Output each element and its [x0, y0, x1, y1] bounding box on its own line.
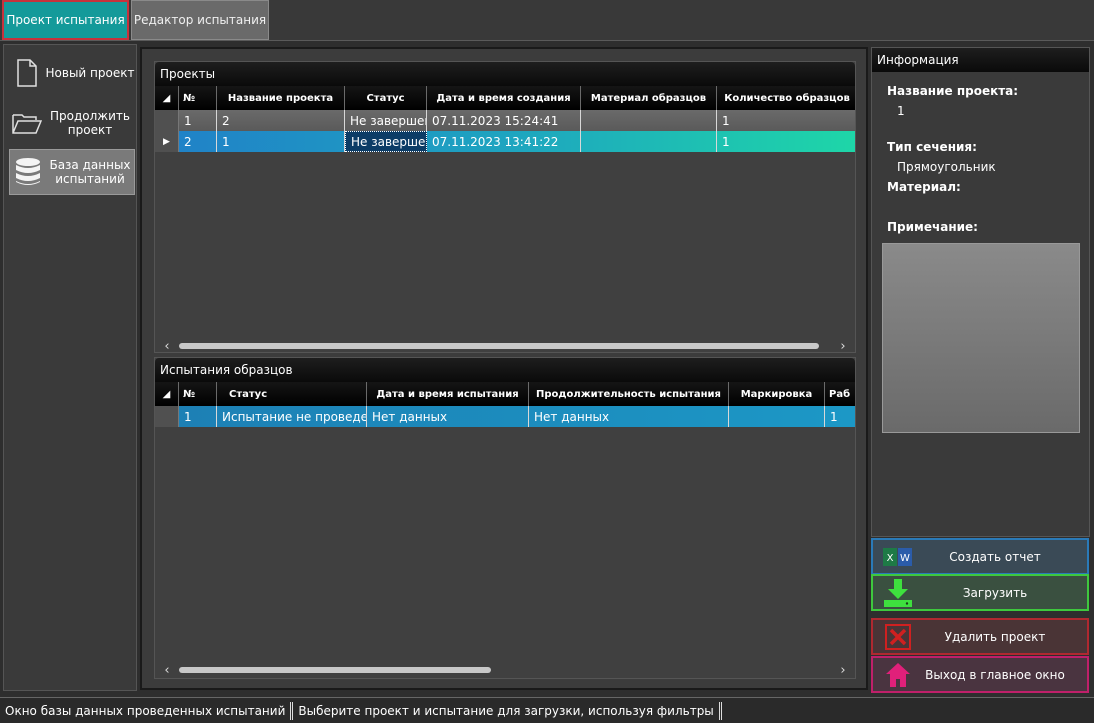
delete-project-button[interactable]: Удалить проект	[871, 618, 1089, 655]
col-header-status[interactable]: Статус	[345, 86, 427, 110]
project-name-value: 1	[897, 104, 905, 118]
exit-main-button[interactable]: Выход в главное окно	[871, 656, 1089, 693]
status-window-text: Окно базы данных проведенных испытаний	[0, 701, 294, 720]
scroll-left-icon[interactable]: ‹	[155, 339, 179, 354]
cell-name[interactable]: 1	[217, 131, 345, 152]
projects-hscrollbar[interactable]: ‹ ›	[155, 338, 855, 354]
delete-project-label: Удалить проект	[944, 629, 1046, 644]
create-report-label: Создать отчет	[949, 549, 1041, 564]
cell-status[interactable]: Испытание не проведено	[217, 406, 367, 427]
status-bar: Окно базы данных проведенных испытаний В…	[0, 697, 1094, 723]
col-header-status[interactable]: Статус	[217, 382, 367, 406]
select-all-corner[interactable]: ◢	[155, 86, 179, 110]
project-name-label: Название проекта:	[887, 84, 1019, 98]
scroll-thumb[interactable]	[179, 667, 491, 673]
svg-text:X: X	[887, 553, 894, 564]
cell-status[interactable]: Не завершен	[345, 110, 427, 131]
download-icon	[873, 578, 923, 608]
new-project-label: Новый проект	[45, 66, 135, 80]
table-row[interactable]: 1 Испытание не проведено Нет данных Нет …	[155, 406, 855, 427]
cell-count[interactable]: 1	[717, 131, 857, 152]
document-icon	[9, 59, 45, 87]
tests-header: ◢ № Статус Дата и время испытания Продол…	[155, 382, 855, 406]
folder-open-icon	[9, 112, 45, 134]
cell-duration[interactable]: Нет данных	[529, 406, 729, 427]
info-panel: Информация Название проекта: 1 Тип сечен…	[871, 47, 1090, 537]
projects-header: ◢ № Название проекта Статус Дата и время…	[155, 86, 855, 110]
center-panel: Проекты ◢ № Название проекта Статус Дата…	[140, 47, 868, 690]
cell-num[interactable]: 2	[179, 131, 217, 152]
col-header-num[interactable]: №	[179, 86, 217, 110]
database-label: База данных испытаний	[49, 158, 131, 186]
database-button[interactable]: База данных испытаний	[9, 149, 135, 195]
col-header-date[interactable]: Дата и время испытания	[367, 382, 529, 406]
database-icon	[10, 157, 46, 187]
row-header[interactable]	[155, 406, 179, 427]
delete-x-icon	[873, 623, 923, 650]
note-textbox[interactable]	[882, 243, 1080, 433]
cell-num[interactable]: 1	[179, 110, 217, 131]
col-header-extra[interactable]: Раб	[825, 382, 857, 406]
cell-mark[interactable]	[729, 406, 825, 427]
material-label: Материал:	[887, 180, 961, 194]
svg-text:W: W	[900, 553, 910, 564]
cell-material[interactable]	[581, 131, 717, 152]
projects-title: Проекты	[155, 62, 855, 86]
tests-hscrollbar[interactable]: ‹ ›	[155, 662, 855, 678]
table-row[interactable]: 1 2 Не завершен 07.11.2023 15:24:41 1	[155, 110, 855, 131]
col-header-num[interactable]: №	[179, 382, 217, 406]
tab-project[interactable]: Проект испытания	[2, 0, 129, 40]
scroll-left-icon[interactable]: ‹	[155, 663, 179, 678]
section-type-label: Тип сечения:	[887, 140, 977, 154]
tab-bar: Проект испытания Редактор испытания	[0, 0, 1094, 41]
col-header-name[interactable]: Название проекта	[217, 86, 345, 110]
cell-name[interactable]: 2	[217, 110, 345, 131]
scroll-right-icon[interactable]: ›	[831, 663, 855, 678]
row-header[interactable]	[155, 110, 179, 131]
exit-main-label: Выход в главное окно	[925, 667, 1065, 682]
cell-material[interactable]	[581, 110, 717, 131]
scroll-thumb[interactable]	[179, 343, 819, 349]
continue-project-label: Продолжить проект	[50, 109, 130, 137]
cell-count[interactable]: 1	[717, 110, 857, 131]
col-header-mark[interactable]: Маркировка	[729, 382, 825, 406]
tests-grid: Испытания образцов ◢ № Статус Дата и вре…	[154, 357, 856, 679]
cell-status-focused[interactable]: Не завершен	[345, 131, 427, 152]
tab-editor[interactable]: Редактор испытания	[131, 0, 269, 40]
home-icon	[873, 662, 923, 688]
cell-date[interactable]: Нет данных	[367, 406, 529, 427]
load-label: Загрузить	[962, 585, 1028, 600]
col-header-material[interactable]: Материал образцов	[581, 86, 717, 110]
new-project-button[interactable]: Новый проект	[9, 50, 135, 96]
col-header-duration[interactable]: Продолжительность испытания	[529, 382, 729, 406]
section-type-value: Прямоугольник	[897, 160, 996, 174]
load-button[interactable]: Загрузить	[871, 574, 1089, 611]
projects-grid: Проекты ◢ № Название проекта Статус Дата…	[154, 61, 856, 354]
scroll-right-icon[interactable]: ›	[831, 339, 855, 354]
cell-extra[interactable]: 1	[825, 406, 857, 427]
continue-project-button[interactable]: Продолжить проект	[9, 100, 135, 146]
row-header-current[interactable]: ▶	[155, 131, 179, 152]
excel-word-icon: XW	[873, 545, 923, 569]
create-report-button[interactable]: XW Создать отчет	[871, 538, 1089, 575]
col-header-count[interactable]: Количество образцов	[717, 86, 857, 110]
info-title: Информация	[872, 48, 1089, 72]
col-header-created[interactable]: Дата и время создания	[427, 86, 581, 110]
tests-title: Испытания образцов	[155, 358, 855, 382]
cell-created[interactable]: 07.11.2023 13:41:22	[427, 131, 581, 152]
cell-created[interactable]: 07.11.2023 15:24:41	[427, 110, 581, 131]
table-row-selected[interactable]: ▶ 2 1 Не завершен 07.11.2023 13:41:22 1	[155, 131, 855, 152]
note-label: Примечание:	[887, 220, 978, 234]
cell-num[interactable]: 1	[179, 406, 217, 427]
sidebar: Новый проект Продолжить проект База данн…	[3, 44, 137, 691]
status-hint-text: Выберите проект и испытание для загрузки…	[293, 701, 722, 720]
select-all-corner[interactable]: ◢	[155, 382, 179, 406]
